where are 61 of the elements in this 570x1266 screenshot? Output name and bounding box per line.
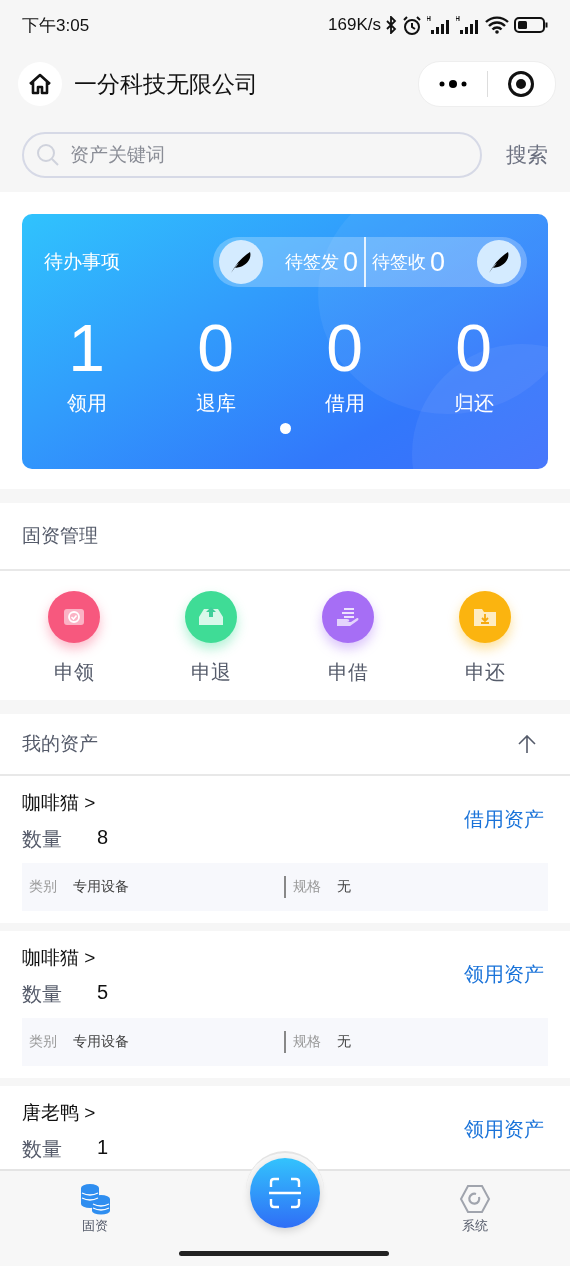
spec-value: 无: [337, 1033, 351, 1051]
signal-icon: [427, 16, 451, 34]
scan-icon: [268, 1176, 302, 1210]
home-button[interactable]: [18, 62, 62, 106]
stat-number: 1: [68, 310, 105, 387]
capsule-menu[interactable]: [418, 61, 556, 107]
section-title: 固资管理: [0, 503, 570, 571]
section-title: 我的资产: [22, 732, 99, 756]
sign-label: 待签收: [371, 251, 426, 274]
stat-label: 领用: [66, 391, 107, 416]
card-title: 待办事项: [44, 250, 121, 274]
category-label: 类别: [29, 1033, 57, 1051]
signal-icon: [456, 16, 480, 34]
asset-action-link[interactable]: 借用资产: [464, 806, 544, 833]
status-time: 下午3:05: [22, 14, 90, 37]
stat-label: 归还: [453, 391, 494, 416]
stat-number: 0: [455, 310, 492, 387]
quantity-value: 5: [97, 981, 109, 1005]
asset-name[interactable]: 咖啡猫 >: [22, 945, 464, 971]
tab-item[interactable]: 系统: [380, 1171, 570, 1251]
stat-number: 0: [326, 310, 363, 387]
stat-label: 借用: [324, 391, 365, 416]
category-value: 专用设备: [73, 1033, 129, 1051]
quantity-label: 数量: [22, 827, 63, 852]
coins-icon: [79, 1183, 111, 1215]
spec-label: 规格: [293, 878, 321, 896]
more-icon[interactable]: [438, 80, 467, 88]
search-field[interactable]: 资产关键词: [22, 132, 482, 178]
stat-number: 0: [197, 310, 234, 387]
pager-dot[interactable]: [279, 423, 291, 434]
asset-action-link[interactable]: 领用资产: [464, 961, 544, 988]
category-label: 类别: [29, 878, 57, 896]
network-speed: 169K/s: [328, 15, 381, 35]
collapse-icon[interactable]: [518, 735, 536, 753]
alarm-icon: [402, 15, 422, 35]
sign-label: 待签发: [284, 251, 339, 274]
settings-icon: [459, 1183, 491, 1215]
asset-action-link[interactable]: 领用资产: [464, 1116, 544, 1143]
stat-label: 退库: [195, 391, 236, 416]
wifi-icon: [485, 16, 509, 34]
search-icon: [36, 143, 60, 167]
spec-label: 规格: [293, 1033, 321, 1051]
quantity-label: 数量: [22, 1137, 63, 1162]
sign-count: 0: [342, 248, 358, 276]
bluetooth-icon: [386, 16, 397, 34]
quantity-value: 1: [97, 1136, 109, 1160]
quantity-value: 8: [97, 826, 109, 850]
asset-name[interactable]: 唐老鸭 >: [22, 1100, 464, 1126]
sign-count: 0: [429, 248, 445, 276]
close-icon[interactable]: [507, 70, 536, 98]
category-value: 专用设备: [73, 878, 129, 896]
home-icon[interactable]: [28, 73, 52, 95]
feather-icon: [218, 240, 263, 284]
asset-name[interactable]: 咖啡猫 >: [22, 790, 464, 816]
battery-icon: [514, 16, 548, 34]
tab-item[interactable]: 固资: [0, 1171, 190, 1251]
page-title: 一分科技无限公司: [74, 69, 258, 99]
feather-icon: [477, 240, 521, 284]
search-button[interactable]: 搜索: [506, 141, 548, 169]
spec-value: 无: [337, 878, 351, 896]
quantity-label: 数量: [22, 982, 63, 1007]
